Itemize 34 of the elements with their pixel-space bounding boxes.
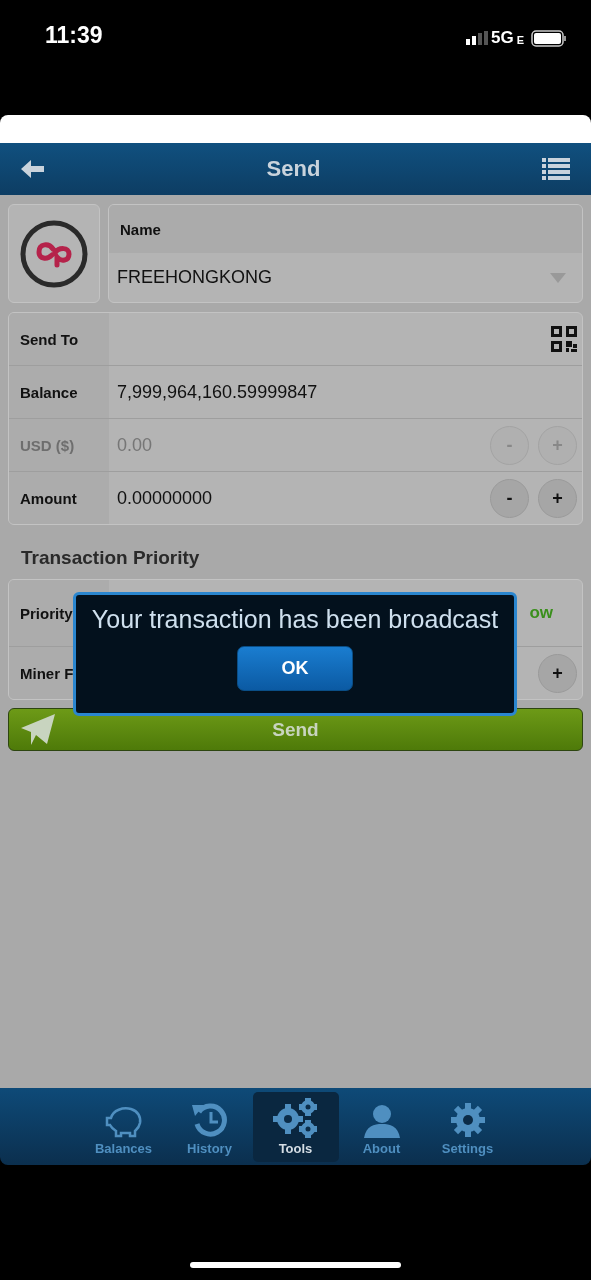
tab[interactable]: Settings	[424, 1091, 511, 1162]
tab[interactable]: About	[338, 1091, 425, 1162]
gear-icon	[449, 1101, 486, 1138]
tab[interactable]: Tools	[252, 1091, 339, 1162]
stepper-button[interactable]: +	[538, 653, 577, 693]
stepper-button[interactable]: -	[490, 478, 529, 518]
tab[interactable]: History	[166, 1091, 253, 1162]
tab[interactable]: Balances	[80, 1091, 167, 1162]
network-suffix: E	[516, 34, 524, 46]
signal-icon	[465, 31, 488, 45]
stepper-button[interactable]: +	[538, 478, 577, 518]
field-label: USD ($)	[9, 419, 109, 471]
back-arrow-icon[interactable]	[21, 159, 45, 179]
qr-code-icon[interactable]	[551, 326, 577, 352]
paper-plane-icon	[21, 714, 55, 746]
field-label: Balance	[9, 366, 109, 418]
section-heading: Transaction Priority	[21, 547, 201, 569]
ok-button[interactable]: OK	[237, 646, 353, 691]
account-select[interactable]: Name FREEHONGKONG	[108, 204, 583, 303]
battery-icon	[531, 29, 567, 47]
field-label: Send To	[9, 313, 109, 365]
logo-icon	[19, 218, 89, 289]
field-label: Amount	[9, 472, 109, 524]
input-field[interactable]: 0.00000000 - +	[109, 472, 582, 524]
clock-time: 11:39	[45, 22, 103, 49]
priority-value: ow	[529, 603, 553, 623]
dropdown-caret-icon	[550, 272, 566, 283]
network-type: 5G	[490, 28, 514, 48]
page-title: Send	[266, 156, 321, 182]
person-icon	[362, 1103, 401, 1138]
list-icon[interactable]	[542, 158, 570, 180]
history-icon	[190, 1101, 229, 1138]
input-field[interactable]: 7,999,964,160.59999847	[109, 366, 582, 418]
gears-icon	[272, 1097, 319, 1138]
